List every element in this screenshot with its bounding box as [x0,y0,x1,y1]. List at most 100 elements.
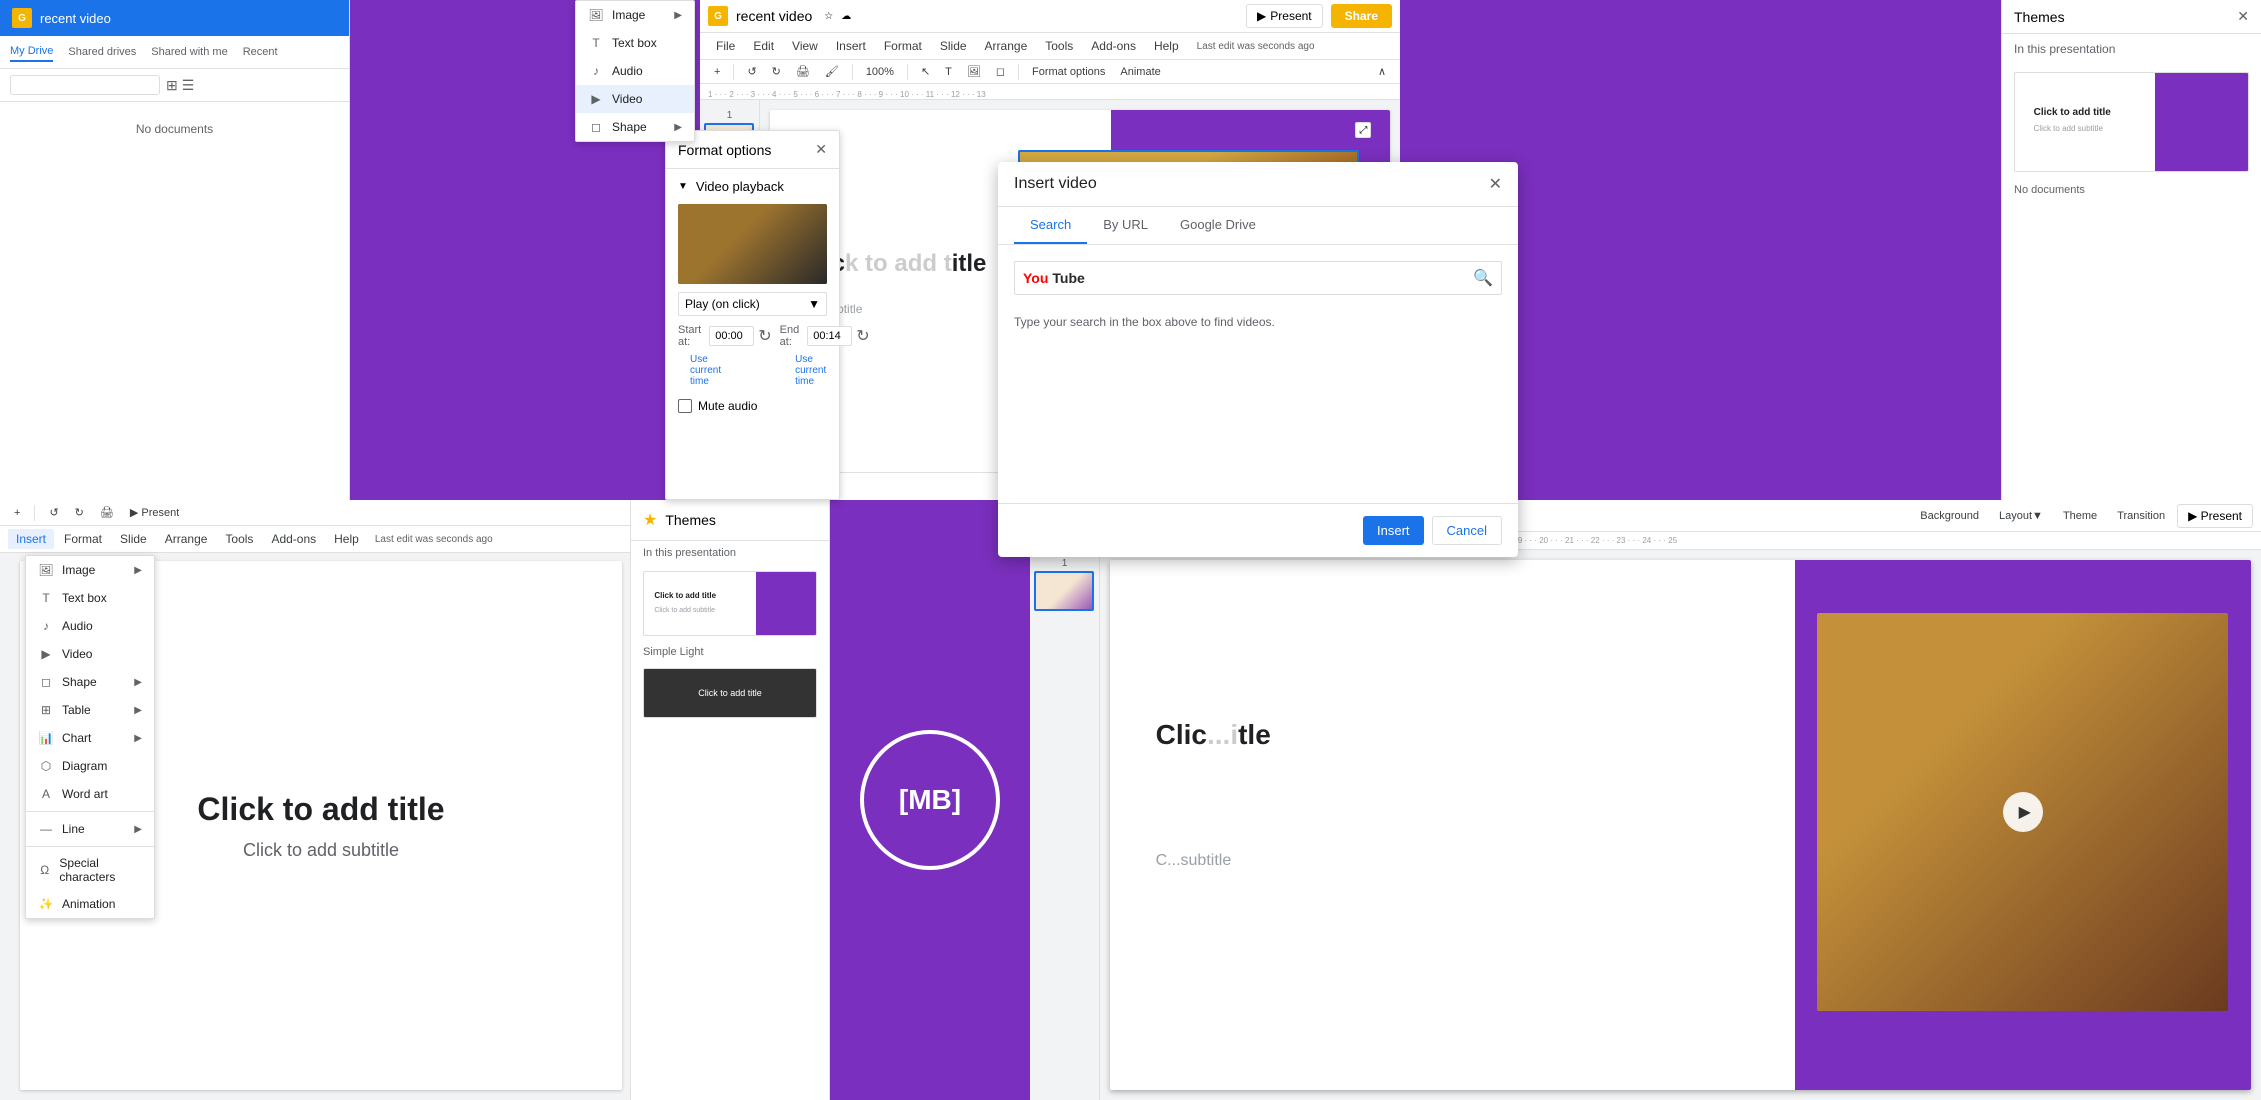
menu-edit[interactable]: Edit [745,36,782,56]
fp-menu-background[interactable]: Background [1912,507,1987,525]
fp-play-button[interactable] [2003,792,2043,832]
dialog-tab-gdrive[interactable]: Google Drive [1164,207,1272,244]
fp-slide-thumbnail-1[interactable] [1034,571,1094,611]
fp-menu-theme[interactable]: Theme [2055,507,2105,525]
grid-view-icon[interactable]: ⊞ [166,77,178,94]
insert-menu-video[interactable]: ▶ Video [576,85,694,113]
bl-menu-help[interactable]: Help [326,529,367,549]
bl-menu-slide[interactable]: Slide [112,529,155,549]
bl-insert-special-chars[interactable]: Ω Special characters [26,850,154,890]
dialog-close-btn[interactable]: ✕ [1489,174,1502,194]
menu-arrange[interactable]: Arrange [977,36,1036,56]
drive-tab-shared-with-me[interactable]: Shared with me [151,43,227,61]
format-options-btn[interactable]: Format options [1026,64,1111,80]
bl-insert-image[interactable]: 🖼 Image ▶ [26,556,154,584]
mute-checkbox[interactable] [678,399,692,413]
bl-insert-wordart[interactable]: A Word art [26,780,154,808]
youtube-search-btn[interactable]: 🔍 [1473,268,1493,288]
bl-redo-btn[interactable]: ↻ [69,504,90,521]
list-view-icon[interactable]: ☰ [182,77,195,94]
animate-btn[interactable]: Animate [1114,64,1166,80]
insert-menu-image[interactable]: 🖼 Image ▶ [576,1,694,29]
menu-file[interactable]: File [708,36,743,56]
theme-preview-card[interactable]: Click to add title Click to add subtitle [2014,72,2249,172]
bl-menu-addons[interactable]: Add-ons [263,529,324,549]
share-button[interactable]: Share [1331,4,1392,28]
bl-slide-title[interactable]: Click to add title [197,791,444,828]
presentation-title[interactable]: recent video [736,8,812,24]
use-current-end-btn[interactable]: Use current time [783,354,838,387]
bl-present-btn[interactable]: ▶ Present [124,504,185,521]
cancel-btn[interactable]: Cancel [1432,516,1502,545]
present-button[interactable]: ▶ Present [1246,4,1323,28]
bl-menu-format[interactable]: Format [56,529,110,549]
drive-tab-mydrive[interactable]: My Drive [10,42,53,62]
collapse-btn[interactable]: ∧ [1372,63,1392,80]
fp-video-element[interactable] [1817,613,2228,1011]
insert-btn[interactable]: Insert [1363,516,1424,545]
open-in-new-icon[interactable]: ⤢ [1355,122,1371,138]
redo-btn[interactable]: ↻ [766,63,787,80]
use-current-start-btn[interactable]: Use current time [678,354,733,387]
bl-menu-insert[interactable]: Insert [8,529,54,549]
fp-present-btn[interactable]: ▶ Present [2177,504,2253,528]
cursor-btn[interactable]: ↖ [915,63,936,80]
insert-menu-shape[interactable]: ◻ Shape ▶ [576,113,694,141]
fp-menu-layout[interactable]: Layout▼ [1991,507,2051,525]
add-btn[interactable]: + [708,64,726,80]
image-toolbar-btn[interactable]: 🖼 [961,63,987,80]
bl-menu-tools[interactable]: Tools [217,529,261,549]
themes-close-btn[interactable]: ✕ [2237,8,2249,25]
insert-menu-textbox[interactable]: T Text box [576,29,694,57]
end-time-field[interactable] [807,326,852,346]
menu-slide[interactable]: Slide [932,36,975,56]
bl-insert-diagram[interactable]: ⬡ Diagram [26,752,154,780]
bl-insert-line[interactable]: — Line ▶ [26,815,154,843]
fp-slide-subtitle[interactable]: C...subtitle [1156,852,1784,870]
bl-insert-animation[interactable]: ✨ Animation [26,890,154,918]
bl-undo-btn[interactable]: ↺ [43,504,64,521]
menu-format[interactable]: Format [876,36,930,56]
play-mode-select[interactable]: Play (on click) ▼ [678,292,827,316]
bm-theme-card-1[interactable]: Click to add title Click to add subtitle [643,571,817,636]
fp-slide-title[interactable]: Clic...itle [1156,719,1784,751]
bl-menu-arrange[interactable]: Arrange [157,529,216,549]
print-btn[interactable]: 🖨 [790,63,816,80]
dialog-tab-url[interactable]: By URL [1087,207,1164,244]
format-panel-close-btn[interactable]: ✕ [815,141,827,158]
fp-slide-canvas[interactable]: Clic...itle C...subtitle [1110,560,2251,1090]
bl-print-btn[interactable]: 🖨 [94,504,120,521]
start-time-refresh-icon[interactable]: ↻ [758,326,771,346]
menu-insert[interactable]: Insert [828,36,874,56]
undo-btn[interactable]: ↺ [741,63,762,80]
bm-dark-theme-card[interactable]: Click to add title [643,668,817,718]
start-time-field[interactable] [709,326,754,346]
paintformat-btn[interactable]: 🖌 [819,63,845,80]
bl-insert-shape[interactable]: ◻ Shape ▶ [26,668,154,696]
youtube-search-input[interactable] [1093,271,1465,286]
fp-menu-transition[interactable]: Transition [2109,507,2173,525]
bl-insert-chart[interactable]: 📊 Chart ▶ [26,724,154,752]
menu-view[interactable]: View [784,36,826,56]
star-icon[interactable]: ☆ [824,11,833,22]
menu-help[interactable]: Help [1146,36,1187,56]
bl-slide-subtitle[interactable]: Click to add subtitle [243,840,399,861]
full-presentation-view: ↺ ↻ 🖨 🔍 ↖ Background Layout▼ Theme Trans… [1030,500,2261,1100]
menu-addons[interactable]: Add-ons [1083,36,1144,56]
zoom-btn[interactable]: 100% [860,64,900,80]
bl-add-btn[interactable]: + [8,505,26,521]
drive-tab-shared-drives[interactable]: Shared drives [68,43,136,61]
textbox-toolbar-btn[interactable]: T [939,64,958,80]
bl-insert-video[interactable]: ▶ Video [26,640,154,668]
end-time-refresh-icon[interactable]: ↻ [856,326,869,346]
drive-tab-recent[interactable]: Recent [243,43,278,61]
menu-tools[interactable]: Tools [1037,36,1081,56]
bl-insert-audio[interactable]: ♪ Audio [26,612,154,640]
bl-insert-textbox[interactable]: T Text box [26,584,154,612]
video-playback-section[interactable]: ▼ Video playback [666,169,839,204]
dialog-tab-search[interactable]: Search [1014,207,1087,244]
shape-toolbar-btn[interactable]: ◻ [990,63,1011,80]
drive-search-input[interactable] [10,75,160,95]
insert-menu-audio[interactable]: ♪ Audio [576,57,694,85]
bl-insert-table[interactable]: ⊞ Table ▶ [26,696,154,724]
